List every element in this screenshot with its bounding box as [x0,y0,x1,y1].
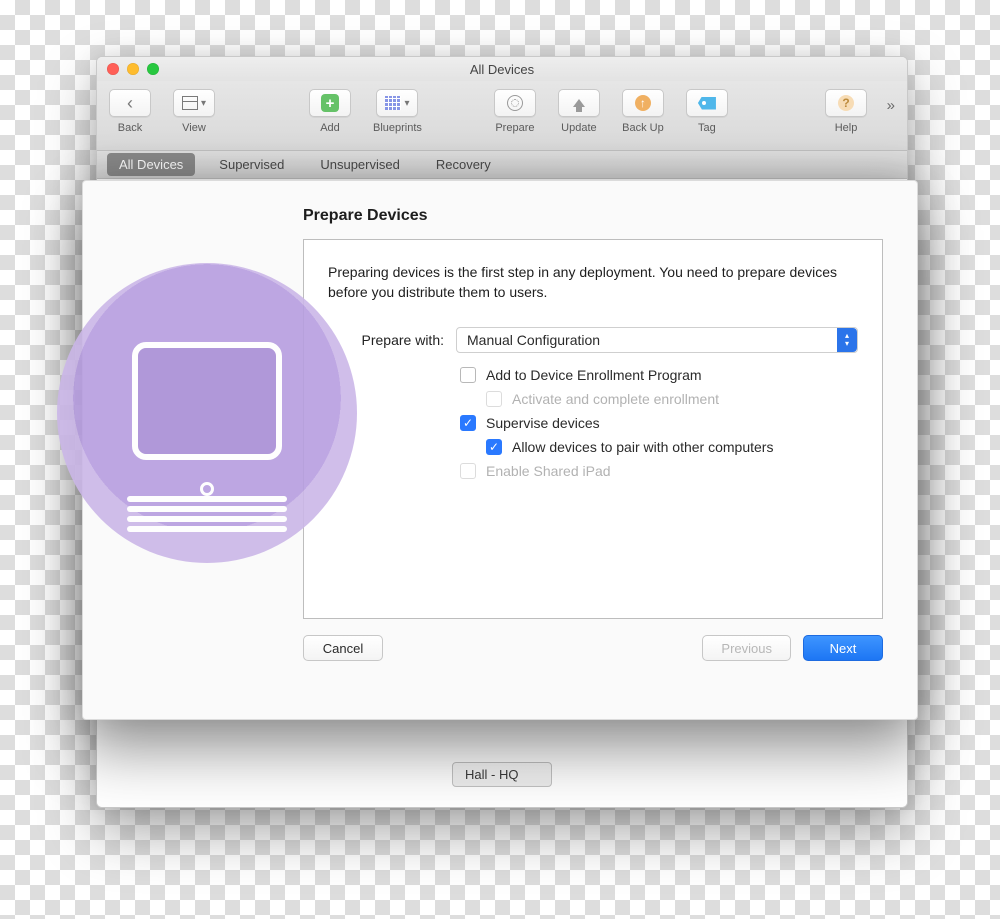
back-label: Back [118,122,142,134]
arrow-up-circle-icon [635,95,651,111]
select-stepper-icon: ▴▾ [837,328,857,352]
prepare-with-select[interactable]: Manual Configuration ▴▾ [456,327,858,353]
toolbar-view-group: View [173,89,215,134]
backup-label: Back Up [622,122,664,134]
traffic-lights [107,63,159,75]
plus-icon [321,94,339,112]
scope-bar: All Devices Supervised Unsupervised Reco… [97,151,907,179]
checkbox-dep-label: Add to Device Enrollment Program [486,367,702,383]
update-label: Update [561,122,596,134]
toolbar: Back View Add Blueprints Prepare Update … [97,81,907,151]
sheet-title: Prepare Devices [303,207,883,225]
tag-button[interactable] [686,89,728,117]
checkbox-activate-label: Activate and complete enrollment [512,391,719,407]
checkbox-activate-row: Activate and complete enrollment [486,391,858,407]
checkbox-activate [486,391,502,407]
close-window-button[interactable] [107,63,119,75]
checkbox-shared-row: Enable Shared iPad [460,463,858,479]
sheet-intro-text: Preparing devices is the first step in a… [328,262,858,303]
toolbar-tag-group: Tag [686,89,728,134]
toolbar-back-group: Back [109,89,151,134]
prepare-button[interactable] [494,89,536,117]
scope-recovery[interactable]: Recovery [424,153,503,176]
checkbox-dep[interactable] [460,367,476,383]
checkbox-pair-row[interactable]: Allow devices to pair with other compute… [486,439,858,455]
next-button[interactable]: Next [803,635,883,661]
toolbar-help-group: Help [825,89,867,134]
chevron-left-icon [127,94,133,112]
prepare-with-value: Manual Configuration [467,332,600,348]
toolbar-prepare-group: Prepare [494,89,536,134]
checkbox-shared-label: Enable Shared iPad [486,463,611,479]
tag-icon [698,97,716,110]
prepare-label: Prepare [495,122,534,134]
blueprints-button[interactable] [376,89,418,117]
window-title: All Devices [470,62,534,77]
toolbar-overflow-button[interactable]: » [887,97,895,114]
stack-icon [127,492,287,532]
question-icon [838,95,854,111]
scope-supervised[interactable]: Supervised [207,153,296,176]
checkbox-shared [460,463,476,479]
cancel-button[interactable]: Cancel [303,635,383,661]
toolbar-blueprints-group: Blueprints [373,89,422,134]
sheet-illustration [57,263,357,563]
help-label: Help [835,122,858,134]
tag-label: Tag [698,122,716,134]
grid-icon [182,96,198,110]
back-button[interactable] [109,89,151,117]
checkbox-supervise-label: Supervise devices [486,415,600,431]
sheet-form: Preparing devices is the first step in a… [303,239,883,619]
blueprints-icon [385,96,401,110]
checkbox-dep-row[interactable]: Add to Device Enrollment Program [460,367,858,383]
toolbar-update-group: Update [558,89,600,134]
gear-icon [507,95,523,111]
titlebar: All Devices [97,57,907,81]
scope-unsupervised[interactable]: Unsupervised [308,153,412,176]
previous-button[interactable]: Previous [702,635,791,661]
checkbox-supervise-row[interactable]: Supervise devices [460,415,858,431]
toolbar-add-group: Add [309,89,351,134]
arrow-up-solid-icon [573,99,585,107]
minimize-window-button[interactable] [127,63,139,75]
checkbox-pair[interactable] [486,439,502,455]
zoom-window-button[interactable] [147,63,159,75]
update-button[interactable] [558,89,600,117]
blueprints-label: Blueprints [373,122,422,134]
view-button[interactable] [173,89,215,117]
add-button[interactable] [309,89,351,117]
view-label: View [182,122,206,134]
scope-all-devices[interactable]: All Devices [107,153,195,176]
backup-button[interactable] [622,89,664,117]
add-label: Add [320,122,340,134]
help-button[interactable] [825,89,867,117]
device-tile[interactable]: Hall - HQ [452,762,552,787]
prepare-sheet: Prepare Devices Preparing devices is the… [82,180,918,720]
checkbox-pair-label: Allow devices to pair with other compute… [512,439,773,455]
toolbar-backup-group: Back Up [622,89,664,134]
prepare-with-label: Prepare with: [328,332,444,348]
ipad-icon [132,342,282,460]
checkbox-supervise[interactable] [460,415,476,431]
